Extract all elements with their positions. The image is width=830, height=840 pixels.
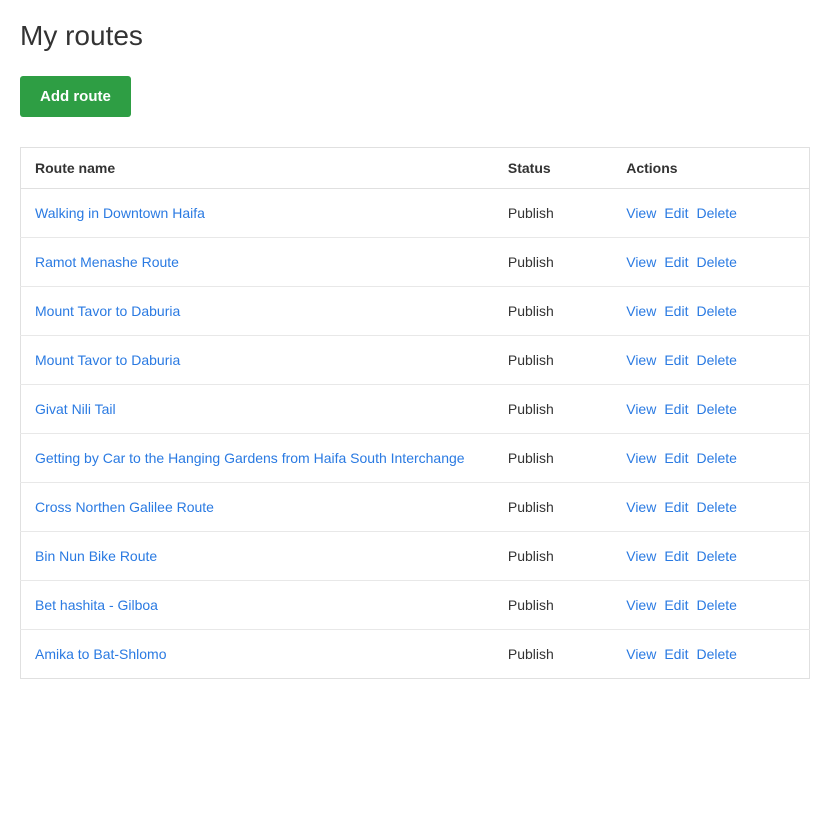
page-title: My routes <box>20 20 810 52</box>
route-status-9: Publish <box>494 581 612 630</box>
route-view-link-1[interactable]: View <box>626 205 656 221</box>
table-row: Givat Nili Tail Publish View Edit Delete <box>21 385 810 434</box>
route-actions-3: View Edit Delete <box>612 287 809 336</box>
route-view-link-8[interactable]: View <box>626 548 656 564</box>
route-status-6: Publish <box>494 434 612 483</box>
column-header-actions: Actions <box>612 148 809 189</box>
route-name-link-8[interactable]: Bin Nun Bike Route <box>35 548 157 564</box>
route-name-link-9[interactable]: Bet hashita - Gilboa <box>35 597 158 613</box>
route-name-link-10[interactable]: Amika to Bat-Shlomo <box>35 646 167 662</box>
route-view-link-9[interactable]: View <box>626 597 656 613</box>
route-delete-link-10[interactable]: Delete <box>696 646 736 662</box>
route-actions-6: View Edit Delete <box>612 434 809 483</box>
route-status-10: Publish <box>494 630 612 679</box>
route-actions-8: View Edit Delete <box>612 532 809 581</box>
table-row: Amika to Bat-Shlomo Publish View Edit Delete <box>21 630 810 679</box>
route-edit-link-9[interactable]: Edit <box>664 597 688 613</box>
route-actions-7: View Edit Delete <box>612 483 809 532</box>
route-edit-link-10[interactable]: Edit <box>664 646 688 662</box>
route-delete-link-4[interactable]: Delete <box>696 352 736 368</box>
route-status-3: Publish <box>494 287 612 336</box>
route-delete-link-5[interactable]: Delete <box>696 401 736 417</box>
route-name-link-1[interactable]: Walking in Downtown Haifa <box>35 205 205 221</box>
route-name-link-5[interactable]: Givat Nili Tail <box>35 401 116 417</box>
route-view-link-4[interactable]: View <box>626 352 656 368</box>
route-delete-link-6[interactable]: Delete <box>696 450 736 466</box>
route-name-link-6[interactable]: Getting by Car to the Hanging Gardens fr… <box>35 450 465 466</box>
route-view-link-3[interactable]: View <box>626 303 656 319</box>
route-status-1: Publish <box>494 189 612 238</box>
route-actions-2: View Edit Delete <box>612 238 809 287</box>
add-route-button[interactable]: Add route <box>20 76 131 117</box>
route-delete-link-2[interactable]: Delete <box>696 254 736 270</box>
route-view-link-2[interactable]: View <box>626 254 656 270</box>
route-view-link-6[interactable]: View <box>626 450 656 466</box>
table-row: Mount Tavor to Daburia Publish View Edit Del… <box>21 287 810 336</box>
route-name-link-3[interactable]: Mount Tavor to Daburia <box>35 303 180 319</box>
routes-table: Route name Status Actions Walking in Dow… <box>20 147 810 679</box>
route-name-link-4[interactable]: Mount Tavor to Daburia <box>35 352 180 368</box>
route-status-8: Publish <box>494 532 612 581</box>
route-delete-link-7[interactable]: Delete <box>696 499 736 515</box>
table-row: Ramot Menashe Route Publish View Edit Delete <box>21 238 810 287</box>
route-edit-link-7[interactable]: Edit <box>664 499 688 515</box>
route-view-link-7[interactable]: View <box>626 499 656 515</box>
route-actions-9: View Edit Delete <box>612 581 809 630</box>
route-delete-link-8[interactable]: Delete <box>696 548 736 564</box>
route-name-link-2[interactable]: Ramot Menashe Route <box>35 254 179 270</box>
route-actions-1: View Edit Delete <box>612 189 809 238</box>
route-edit-link-6[interactable]: Edit <box>664 450 688 466</box>
route-delete-link-1[interactable]: Delete <box>696 205 736 221</box>
route-delete-link-3[interactable]: Delete <box>696 303 736 319</box>
route-delete-link-9[interactable]: Delete <box>696 597 736 613</box>
route-edit-link-2[interactable]: Edit <box>664 254 688 270</box>
column-header-name: Route name <box>21 148 494 189</box>
route-status-7: Publish <box>494 483 612 532</box>
route-status-2: Publish <box>494 238 612 287</box>
table-row: Getting by Car to the Hanging Gardens fr… <box>21 434 810 483</box>
route-edit-link-4[interactable]: Edit <box>664 352 688 368</box>
table-row: Bet hashita - Gilboa Publish View Edit Delet… <box>21 581 810 630</box>
route-actions-4: View Edit Delete <box>612 336 809 385</box>
route-actions-5: View Edit Delete <box>612 385 809 434</box>
route-view-link-10[interactable]: View <box>626 646 656 662</box>
route-status-4: Publish <box>494 336 612 385</box>
table-row: Bin Nun Bike Route Publish View Edit Delete <box>21 532 810 581</box>
route-status-5: Publish <box>494 385 612 434</box>
table-header-row: Route name Status Actions <box>21 148 810 189</box>
route-actions-10: View Edit Delete <box>612 630 809 679</box>
route-name-link-7[interactable]: Cross Northen Galilee Route <box>35 499 214 515</box>
route-edit-link-8[interactable]: Edit <box>664 548 688 564</box>
route-edit-link-1[interactable]: Edit <box>664 205 688 221</box>
column-header-status: Status <box>494 148 612 189</box>
route-view-link-5[interactable]: View <box>626 401 656 417</box>
table-row: Walking in Downtown Haifa Publish View Edit… <box>21 189 810 238</box>
table-row: Mount Tavor to Daburia Publish View Edit Del… <box>21 336 810 385</box>
route-edit-link-3[interactable]: Edit <box>664 303 688 319</box>
table-row: Cross Northen Galilee Route Publish View Ed… <box>21 483 810 532</box>
route-edit-link-5[interactable]: Edit <box>664 401 688 417</box>
